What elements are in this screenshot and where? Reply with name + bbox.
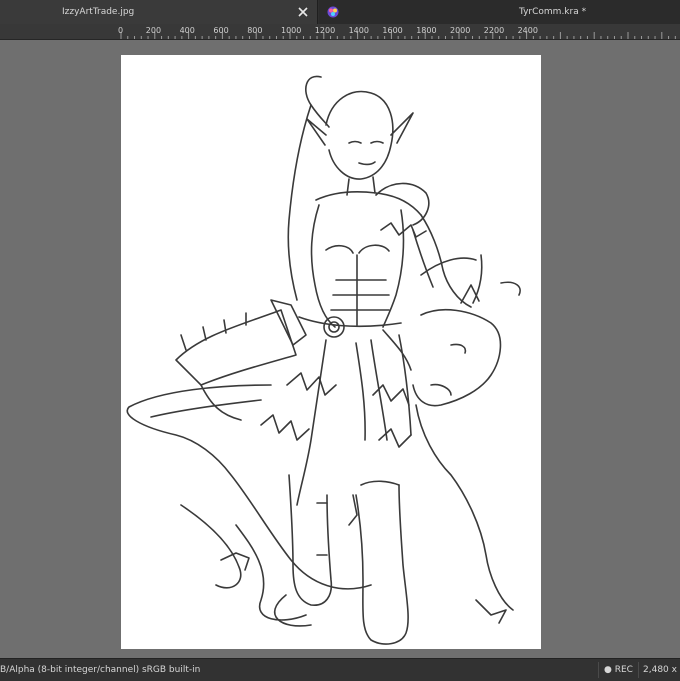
canvas-area[interactable] [0, 40, 680, 658]
color-profile-label: B/Alpha (8-bit integer/channel) sRGB bui… [0, 665, 201, 675]
ruler-tick-label: 800 [247, 26, 262, 35]
ruler-tick-label: 0 [118, 26, 123, 35]
tab-tyrcomm[interactable]: TyrComm.kra * [319, 0, 680, 24]
close-icon[interactable] [296, 5, 310, 19]
status-bar: B/Alpha (8-bit integer/channel) sRGB bui… [0, 658, 680, 681]
tab-label: IzzyArtTrade.jpg [62, 7, 135, 17]
ruler-tick-label: 400 [180, 26, 195, 35]
ruler-tick-label: 2400 [518, 26, 538, 35]
status-separator [598, 662, 599, 678]
ruler-tick-label: 1000 [281, 26, 301, 35]
ruler-tick-label: 600 [213, 26, 228, 35]
document-canvas[interactable] [121, 55, 541, 649]
ruler-scale: 0 200 400 600 800 1000 1200 1400 1600 1800 2000 220… [118, 26, 676, 39]
ruler-tick-label: 2200 [484, 26, 504, 35]
tab-label: TyrComm.kra * [519, 7, 587, 17]
tab-izzyarttrade[interactable]: IzzyArtTrade.jpg [0, 0, 318, 24]
status-separator [638, 662, 639, 678]
ruler-tick-label: 2000 [450, 26, 470, 35]
ruler-tick-label: 1200 [315, 26, 335, 35]
image-size-label: 2,480 x 3,5 [643, 665, 680, 675]
tab-bar: IzzyArtTrade.jpg TyrComm.kra * [0, 0, 680, 24]
horizontal-ruler[interactable]: 0 200 400 600 800 1000 1200 1400 1600 1800 2000 220… [0, 24, 680, 40]
ruler-tick-label: 1600 [382, 26, 402, 35]
krita-icon [327, 6, 339, 18]
ruler-tick-label: 1400 [349, 26, 369, 35]
ruler-tick-label: 200 [146, 26, 161, 35]
sketch-artwork [126, 75, 521, 645]
record-indicator[interactable]: ● REC [604, 665, 633, 675]
ruler-tick-label: 1800 [416, 26, 436, 35]
